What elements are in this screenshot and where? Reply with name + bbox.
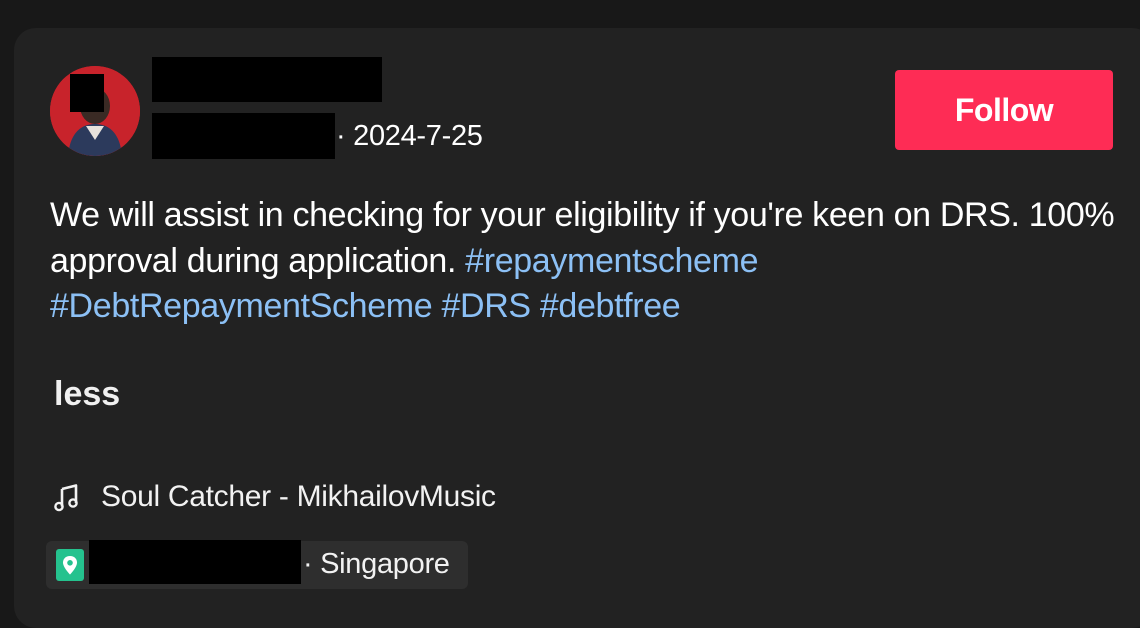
follow-button[interactable]: Follow	[895, 70, 1113, 150]
music-title: Soul Catcher - MikhailovMusic	[101, 480, 496, 513]
hashtag-link[interactable]: #debtfree	[540, 287, 681, 325]
music-link[interactable]: Soul Catcher - MikhailovMusic	[54, 476, 496, 518]
hashtag-link[interactable]: #DRS	[441, 287, 531, 325]
author-avatar[interactable]	[50, 66, 140, 156]
location-country: · Singapore	[303, 548, 450, 580]
post-date: · 2024-7-25	[336, 120, 483, 152]
music-note-icon	[54, 484, 78, 512]
author-name-redacted	[152, 57, 382, 102]
hashtag-link[interactable]: #repaymentscheme	[465, 242, 758, 280]
less-toggle[interactable]: less	[54, 373, 120, 415]
location-name-redacted	[89, 540, 301, 584]
hashtag-link[interactable]: #DebtRepaymentScheme	[50, 287, 433, 325]
location-tag[interactable]: · Singapore	[46, 540, 468, 589]
author-handle-redacted	[152, 113, 335, 159]
post-caption: We will assist in checking for your elig…	[50, 193, 1120, 330]
avatar-photo	[50, 66, 140, 156]
location-pin-icon	[56, 549, 84, 581]
